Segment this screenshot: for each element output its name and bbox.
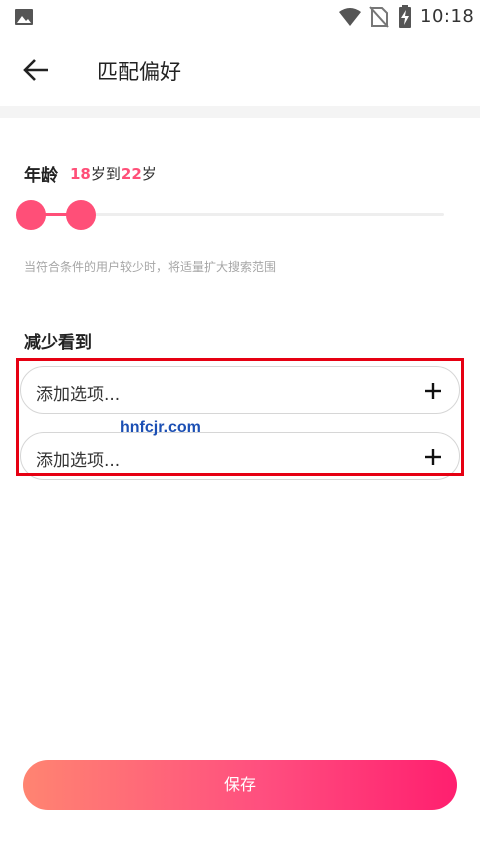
slider-handle-min[interactable] [16,200,46,230]
reduce-section-title: 减少看到 [24,333,92,353]
age-range-text: 18岁到22岁 [70,163,157,184]
no-sim-icon [369,6,389,28]
status-time: 10:18 [420,6,475,27]
watermark-text: hnfcjr.com [120,419,201,436]
age-unit: 岁 [141,165,157,183]
status-bar: 10:18 [0,0,480,34]
age-unit-to: 岁到 [90,165,121,183]
image-icon [15,9,33,25]
age-range-slider[interactable] [16,198,446,232]
section-divider [0,106,480,118]
page-title: 匹配偏好 [97,60,181,84]
age-max-value: 22 [120,165,142,183]
top-bar: 匹配偏好 [0,36,480,106]
age-hint-text: 当符合条件的用户较少时，将适量扩大搜索范围 [24,260,277,274]
arrow-left-icon[interactable] [22,58,50,82]
slider-handle-max[interactable] [66,200,96,230]
age-label: 年龄 [24,166,58,186]
save-button[interactable]: 保存 [23,760,457,810]
battery-charging-icon [399,5,411,28]
age-min-value: 18 [70,165,91,183]
wifi-icon [339,8,361,26]
highlight-box [16,358,464,476]
